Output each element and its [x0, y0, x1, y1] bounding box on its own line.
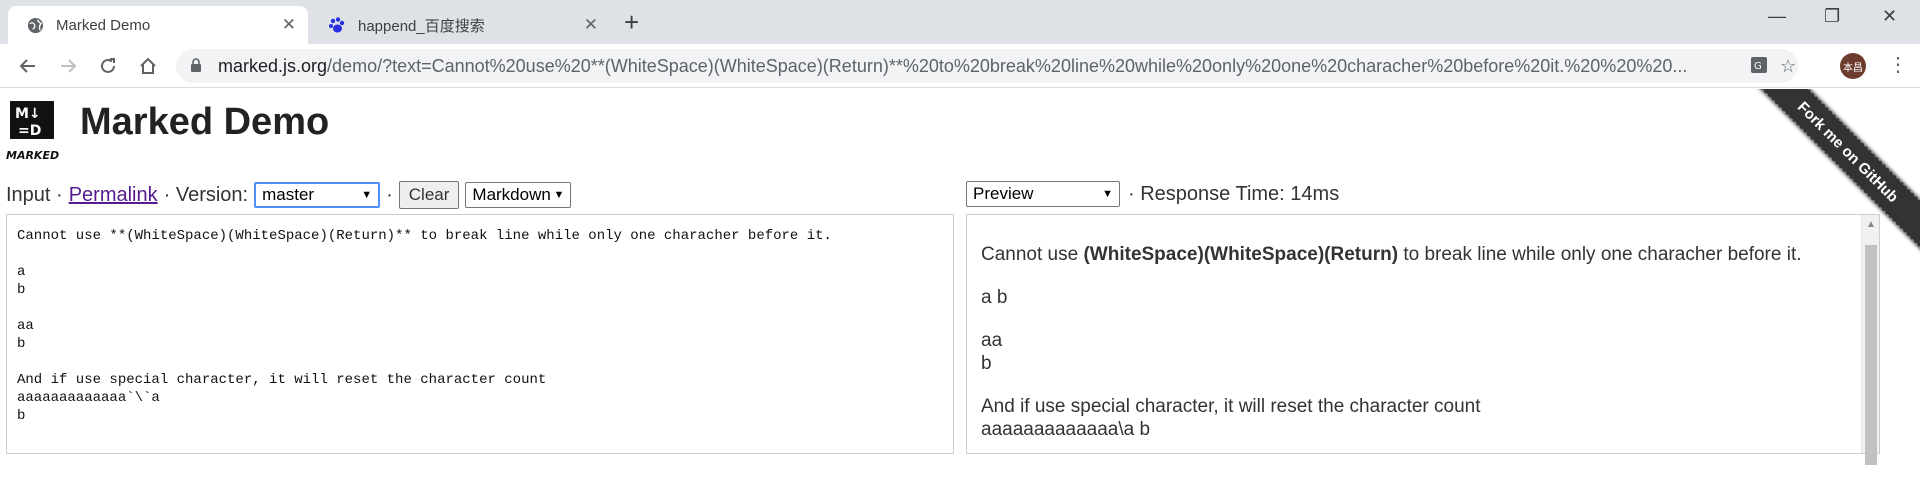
separator: · — [386, 183, 393, 206]
close-tab-icon[interactable]: ✕ — [282, 16, 296, 34]
svg-text:MARKED: MARKED — [6, 149, 59, 162]
input-label: Input · — [6, 183, 63, 206]
version-select[interactable]: master ▼ — [254, 182, 381, 208]
dropdown-arrow-icon: ▼ — [553, 189, 565, 201]
arrow-left-icon — [19, 59, 35, 73]
preview-scrollbar[interactable]: ▲ — [1861, 215, 1879, 465]
output-controls: Preview ▼ · Response Time: 14ms — [966, 181, 1339, 207]
version-label: · Version: — [163, 183, 249, 206]
lock-icon[interactable] — [190, 58, 202, 78]
back-button[interactable] — [16, 54, 40, 78]
preview-paragraph: And if use special character, it will re… — [981, 396, 1481, 440]
page-title: Marked Demo — [80, 101, 330, 143]
editor-text[interactable]: Cannot use **(WhiteSpace)(WhiteSpace)(Re… — [7, 215, 953, 437]
dropdown-arrow-icon: ▼ — [361, 189, 373, 201]
page-content: M↓ =D MARKED Marked Demo Fork me on GitH… — [0, 89, 1920, 465]
clear-button[interactable]: Clear — [398, 181, 460, 209]
browser-toolbar: marked.js.org/demo/?text=Cannot%20use%20… — [0, 44, 1920, 88]
new-tab-button[interactable]: + — [624, 9, 639, 35]
home-button[interactable] — [136, 54, 160, 78]
close-window-button[interactable]: ✕ — [1882, 6, 1897, 27]
marked-logo: M↓ =D MARKED — [6, 99, 66, 163]
markdown-input[interactable]: Cannot use **(WhiteSpace)(WhiteSpace)(Re… — [6, 214, 954, 454]
tab-strip: Marked Demo ✕ happend_百度搜索 ✕ + — ❐ ✕ — [0, 0, 1920, 44]
preview-pane: Cannot use (WhiteSpace)(WhiteSpace)(Retu… — [966, 214, 1880, 465]
tab-title: Marked Demo — [56, 16, 151, 34]
response-time: · Response Time: 14ms — [1128, 182, 1340, 205]
scroll-up-icon[interactable]: ▲ — [1866, 219, 1876, 230]
svg-text:M↓: M↓ — [15, 106, 41, 122]
baidu-paw-icon — [328, 16, 346, 34]
dropdown-arrow-icon: ▼ — [1102, 188, 1113, 200]
preview-content: Cannot use (WhiteSpace)(WhiteSpace)(Retu… — [967, 215, 1879, 489]
reload-icon — [101, 58, 115, 73]
maximize-button[interactable]: ❐ — [1824, 6, 1840, 27]
tab-baidu[interactable]: happend_百度搜索 ✕ — [310, 6, 610, 44]
svg-text:=D: =D — [18, 123, 41, 139]
preview-paragraph: aa b — [981, 330, 1003, 374]
close-tab-icon[interactable]: ✕ — [584, 16, 598, 34]
forward-button[interactable] — [56, 54, 80, 78]
format-select[interactable]: Markdown ▼ — [465, 182, 572, 208]
svg-text:G: G — [1754, 61, 1762, 72]
menu-icon[interactable]: ⋮ — [1888, 52, 1908, 77]
output-mode-select[interactable]: Preview ▼ — [966, 181, 1120, 207]
permalink-link[interactable]: Permalink — [69, 184, 158, 207]
home-icon — [140, 57, 156, 74]
globe-icon — [26, 16, 44, 34]
preview-paragraph: a b — [981, 287, 1008, 308]
translate-icon[interactable]: G — [1750, 56, 1768, 79]
scrollbar-thumb[interactable] — [1865, 245, 1877, 465]
minimize-button[interactable]: — — [1768, 6, 1786, 27]
tab-marked-demo[interactable]: Marked Demo ✕ — [8, 6, 308, 44]
reload-button[interactable] — [96, 54, 120, 78]
tab-title: happend_百度搜索 — [358, 17, 485, 35]
input-controls: Input · Permalink · Version: master ▼ · C… — [6, 181, 572, 209]
avatar[interactable]: 本昌 — [1840, 53, 1866, 79]
arrow-right-icon — [61, 59, 77, 73]
bookmark-star-icon[interactable]: ☆ — [1780, 56, 1796, 77]
url-text[interactable]: marked.js.org/demo/?text=Cannot%20use%20… — [218, 56, 1738, 77]
preview-paragraph: Cannot use (WhiteSpace)(WhiteSpace)(Retu… — [981, 244, 1802, 265]
address-bar[interactable]: marked.js.org/demo/?text=Cannot%20use%20… — [176, 49, 1798, 83]
